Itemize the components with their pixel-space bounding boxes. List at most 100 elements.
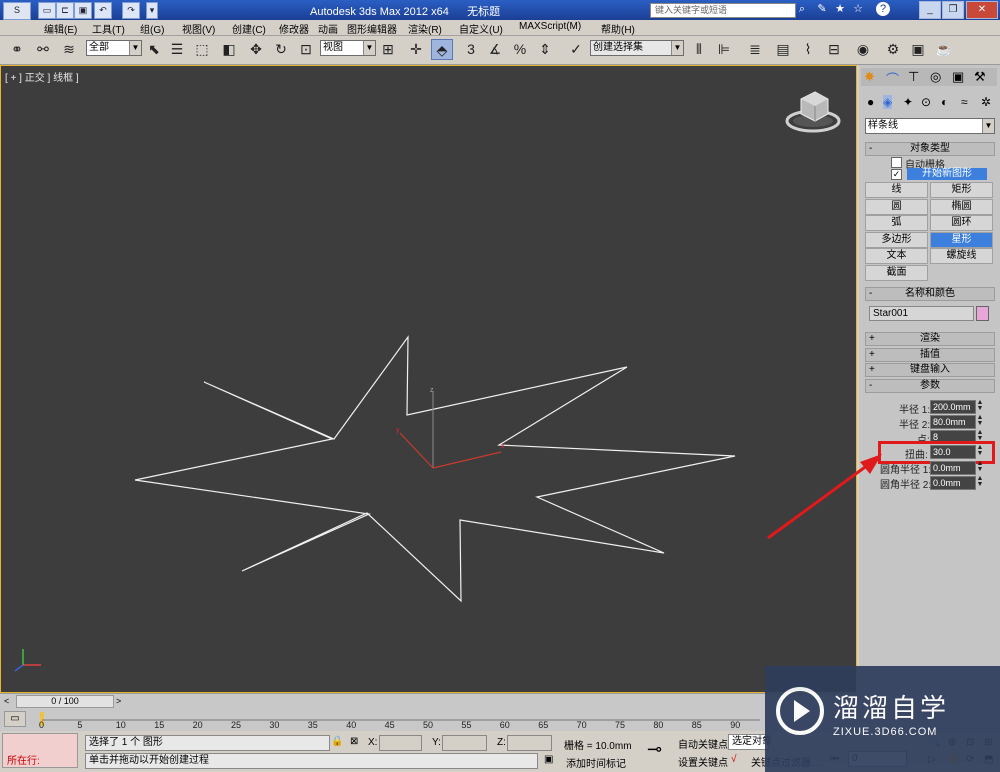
shape-button[interactable]: 截面: [865, 264, 928, 281]
maxscript-listener[interactable]: 所在行:: [2, 733, 78, 768]
menu-animation[interactable]: 动画: [318, 21, 338, 36]
angle-snap-icon[interactable]: ∡: [484, 39, 506, 60]
rollout-rendering[interactable]: + 渲染: [865, 332, 995, 346]
undo-icon[interactable]: ↶: [94, 2, 112, 19]
snap-toggle-icon[interactable]: 3: [460, 39, 482, 60]
minimize-icon[interactable]: _: [919, 1, 941, 19]
viewcube-icon[interactable]: [785, 91, 841, 133]
redo-icon[interactable]: ↷: [122, 2, 140, 19]
z-coordinate-field[interactable]: [507, 735, 552, 751]
close-icon[interactable]: ✕: [966, 1, 998, 19]
time-slider[interactable]: < 0 / 100 >: [0, 693, 857, 709]
category-dropdown[interactable]: 样条线 ▼: [865, 118, 995, 134]
subscription-icon[interactable]: ★: [832, 2, 848, 17]
selected-dropdown[interactable]: 选定对象: [728, 734, 772, 750]
select-and-link-icon[interactable]: ⚭: [6, 39, 28, 60]
set-key-icon[interactable]: ⊸: [647, 739, 662, 760]
align-icon[interactable]: ⊫: [713, 39, 735, 60]
auto-key-button[interactable]: 自动关键点: [678, 736, 728, 751]
edit-named-selection-icon[interactable]: ✓: [565, 39, 587, 60]
y-coordinate-field[interactable]: [442, 735, 487, 751]
graphite-tools-icon[interactable]: ▤: [772, 39, 794, 60]
menu-edit[interactable]: 编辑(E): [44, 21, 77, 36]
shape-button[interactable]: 多边形: [865, 231, 928, 248]
rollout-interpolation[interactable]: + 插值: [865, 348, 995, 362]
move-icon[interactable]: ✥: [245, 39, 267, 60]
menu-create[interactable]: 创建(C): [232, 21, 266, 36]
motion-tab-icon[interactable]: ◎: [930, 69, 941, 85]
select-manipulate-icon[interactable]: ✛: [405, 39, 427, 60]
shape-button[interactable]: 线: [865, 182, 928, 198]
start-new-shape-checkbox[interactable]: ✓: [891, 169, 902, 180]
menu-customize[interactable]: 自定义(U): [459, 21, 503, 36]
create-tab-icon[interactable]: ✸: [864, 69, 875, 85]
modify-tab-icon[interactable]: ⌒: [886, 69, 899, 88]
selection-filter-dropdown[interactable]: 全部 ▼: [86, 40, 142, 56]
set-key-button[interactable]: 设置关键点: [678, 754, 728, 769]
pivot-center-icon[interactable]: ⊞: [377, 39, 399, 60]
radius2-input[interactable]: 80.0mm: [930, 415, 976, 429]
menu-rendering[interactable]: 渲染(R): [408, 21, 442, 36]
object-name-field[interactable]: Star001: [869, 306, 974, 321]
curve-editor-icon[interactable]: ⌇: [797, 39, 819, 60]
menu-tools[interactable]: 工具(T): [92, 21, 125, 36]
quick-access-dropdown-icon[interactable]: ▾: [146, 2, 158, 19]
menu-modifiers[interactable]: 修改器: [279, 21, 309, 36]
x-coordinate-field[interactable]: [379, 735, 422, 751]
window-crossing-icon[interactable]: ◧: [218, 39, 240, 60]
radius1-spinner[interactable]: ▲ ▼: [976, 399, 984, 412]
viewport-front[interactable]: [ + ] 正交 ] 线框 ] z x y: [0, 65, 857, 693]
new-file-icon[interactable]: ▭: [38, 2, 56, 19]
scale-icon[interactable]: ⊡: [295, 39, 317, 60]
object-color-swatch[interactable]: [976, 306, 989, 321]
shape-button[interactable]: 螺旋线: [930, 248, 993, 264]
tools-icon[interactable]: ✎: [814, 2, 830, 17]
app-logo-icon[interactable]: S: [3, 2, 31, 20]
shape-button[interactable]: 圆环: [930, 215, 993, 231]
radius2-spinner[interactable]: ▲ ▼: [976, 414, 984, 427]
absolute-mode-icon[interactable]: ⊠: [350, 736, 358, 747]
helpers-icon[interactable]: ◐: [941, 95, 948, 109]
menu-graph-editors[interactable]: 图形编辑器: [347, 21, 397, 36]
rendered-frame-icon[interactable]: ▣: [907, 39, 929, 60]
favorites-icon[interactable]: ☆: [850, 2, 866, 17]
fillet-radius2-spinner[interactable]: ▲ ▼: [976, 475, 984, 488]
mirror-icon[interactable]: ⫴: [688, 39, 710, 60]
search-input[interactable]: 键入关键字或短语: [650, 3, 796, 18]
add-time-tag-icon[interactable]: ▣: [544, 754, 553, 765]
rollout-object-type[interactable]: - 对象类型: [865, 142, 995, 156]
fillet-radius2-input[interactable]: 0.0mm: [930, 476, 976, 490]
add-time-tag[interactable]: 添加时间标记: [566, 755, 626, 770]
render-production-icon[interactable]: ☕: [933, 39, 955, 60]
menu-maxscript[interactable]: MAXScript(M): [519, 21, 581, 32]
cameras-icon[interactable]: ⊙: [921, 95, 931, 109]
geometry-icon[interactable]: ●: [867, 95, 874, 109]
shape-button[interactable]: 星形: [930, 231, 993, 248]
reference-coordinate-dropdown[interactable]: 视图 ▼: [320, 40, 376, 56]
time-next-icon[interactable]: >: [116, 696, 121, 706]
fillet-radius1-input[interactable]: 0.0mm: [930, 461, 976, 475]
display-tab-icon[interactable]: ▣: [952, 69, 964, 85]
time-slider-thumb[interactable]: 0 / 100: [16, 695, 114, 708]
rollout-parameters[interactable]: - 参数: [865, 379, 995, 393]
menu-views[interactable]: 视图(V): [182, 21, 215, 36]
systems-icon[interactable]: ✲: [981, 95, 991, 109]
hierarchy-tab-icon[interactable]: ⊤: [908, 69, 919, 85]
lock-selection-icon[interactable]: 🔒: [331, 736, 343, 747]
select-by-name-icon[interactable]: ☰: [166, 39, 188, 60]
keyboard-shortcut-override-icon[interactable]: ⬘: [431, 39, 453, 60]
shape-button[interactable]: 矩形: [930, 182, 993, 198]
binoculars-icon[interactable]: ⌕: [794, 2, 810, 17]
rollout-keyboard-entry[interactable]: + 键盘输入: [865, 363, 995, 377]
shape-button[interactable]: 椭圆: [930, 198, 993, 215]
rollout-name-color[interactable]: - 名称和颜色: [865, 287, 995, 301]
auto-grid-checkbox[interactable]: [891, 157, 902, 168]
shape-button[interactable]: 文本: [865, 248, 928, 264]
material-editor-icon[interactable]: ◉: [852, 39, 874, 60]
start-new-shape-button[interactable]: 开始新图形: [907, 168, 987, 180]
star-shape[interactable]: [134, 335, 736, 603]
restore-icon[interactable]: ❐: [942, 1, 964, 19]
time-prev-icon[interactable]: <: [4, 696, 9, 706]
bind-space-warp-icon[interactable]: ≋: [58, 39, 80, 60]
save-file-icon[interactable]: ▣: [74, 2, 92, 19]
